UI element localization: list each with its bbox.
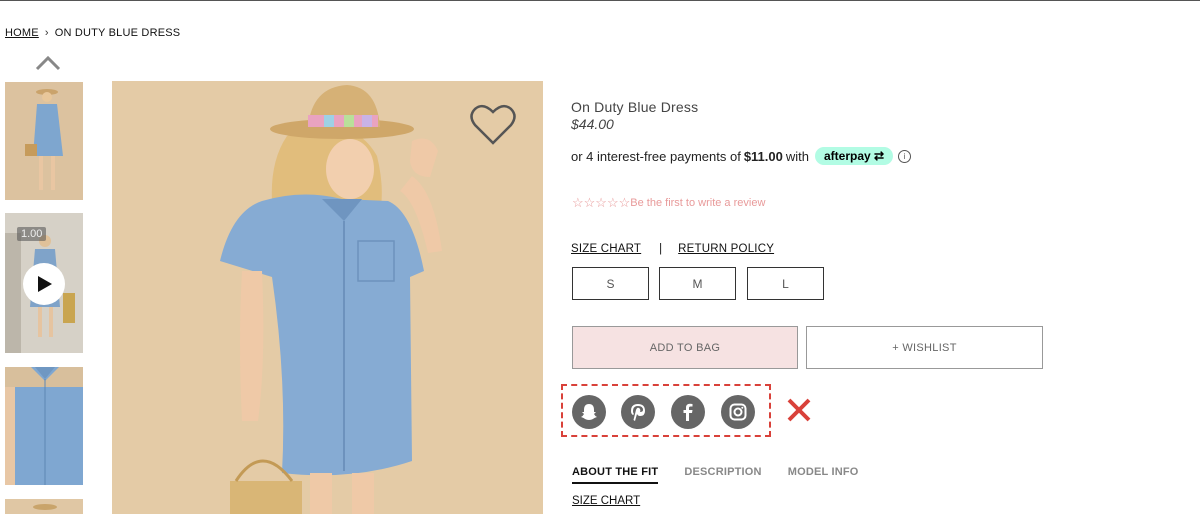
play-icon	[38, 276, 52, 292]
thumbnail-image	[5, 499, 83, 514]
play-button[interactable]	[23, 263, 65, 305]
tab-about-the-fit[interactable]: ABOUT THE FIT	[572, 466, 659, 484]
afterpay-suffix: with	[785, 148, 809, 164]
tab-model-info[interactable]: MODEL INFO	[788, 466, 859, 484]
breadcrumb: HOME › ON DUTY BLUE DRESS	[5, 27, 180, 39]
breadcrumb-home-link[interactable]: HOME	[5, 27, 39, 39]
size-option-l[interactable]: L	[747, 267, 824, 300]
top-divider	[0, 0, 1200, 1]
thumbnail-4[interactable]	[5, 499, 83, 514]
return-policy-link[interactable]: RETURN POLICY	[678, 243, 774, 255]
thumbnail-1[interactable]	[5, 82, 83, 200]
breadcrumb-separator: ›	[44, 27, 49, 39]
snapchat-icon[interactable]	[572, 395, 606, 429]
afterpay-prefix: or 4 interest-free payments of	[571, 148, 741, 164]
wishlist-button[interactable]: + WISHLIST	[806, 326, 1043, 369]
heart-icon[interactable]	[469, 103, 517, 147]
thumbnail-video[interactable]: 1.00	[5, 213, 83, 353]
write-review-link[interactable]: Be the first to write a review	[630, 197, 765, 209]
instagram-icon[interactable]	[721, 395, 755, 429]
afterpay-arrows-icon: ⇄	[874, 149, 885, 163]
tab-description[interactable]: DESCRIPTION	[684, 466, 761, 484]
policy-links: SIZE CHART | RETURN POLICY	[571, 243, 774, 255]
size-option-m[interactable]: M	[659, 267, 736, 300]
product-title: On Duty Blue Dress	[571, 99, 699, 115]
afterpay-badge-label: afterpay	[823, 149, 871, 163]
empty-stars-icon: ☆☆☆☆☆	[572, 195, 631, 210]
afterpay-message: or 4 interest-free payments of $11.00 wi…	[571, 147, 912, 165]
main-product-image[interactable]	[112, 81, 543, 514]
add-to-bag-button[interactable]: ADD TO BAG	[572, 326, 798, 369]
reviews-row: ☆☆☆☆☆ Be the first to write a review	[572, 195, 765, 211]
afterpay-badge[interactable]: afterpay ⇄	[814, 147, 894, 165]
info-icon[interactable]: i	[898, 149, 912, 163]
product-tabs: ABOUT THE FIT DESCRIPTION MODEL INFO	[572, 466, 885, 484]
red-x-icon	[787, 398, 811, 422]
facebook-icon[interactable]	[671, 395, 705, 429]
fit-size-chart-link[interactable]: SIZE CHART	[572, 495, 640, 507]
chevron-up-icon[interactable]	[34, 54, 62, 72]
pinterest-icon[interactable]	[621, 395, 655, 429]
thumbnail-image	[5, 82, 83, 200]
thumbnail-image	[5, 367, 83, 485]
product-price: $44.00	[571, 116, 614, 132]
link-divider: |	[659, 243, 663, 255]
size-chart-link[interactable]: SIZE CHART	[571, 243, 641, 255]
breadcrumb-current: ON DUTY BLUE DRESS	[54, 27, 181, 39]
size-option-s[interactable]: S	[572, 267, 649, 300]
video-duration: 1.00	[17, 227, 47, 241]
thumbnail-3[interactable]	[5, 367, 83, 485]
afterpay-amount: $11.00	[743, 148, 783, 164]
